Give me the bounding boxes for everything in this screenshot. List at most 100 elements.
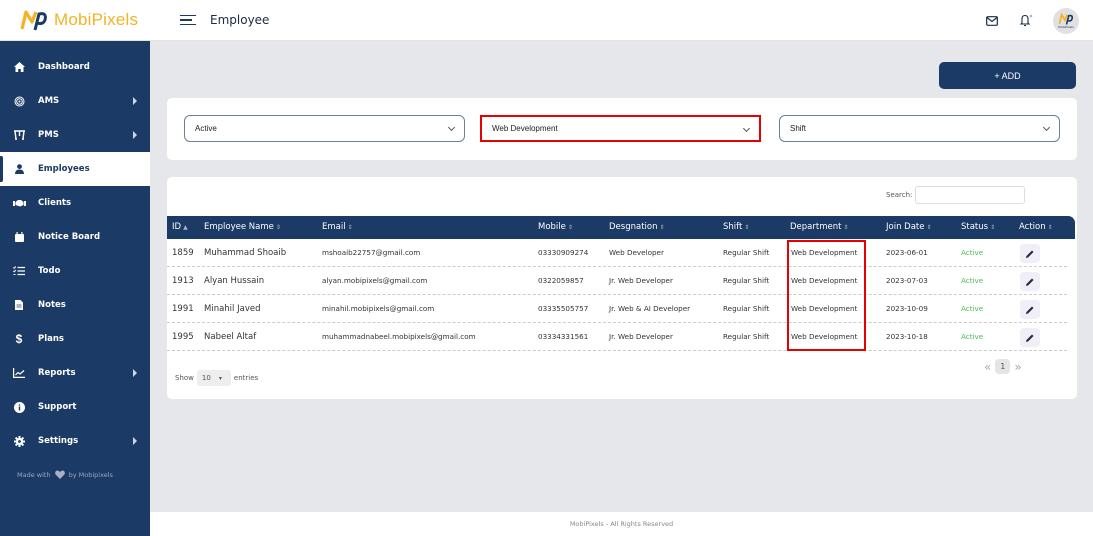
employee-table-card: Search: ID ▲ Employee Name ⇕ Email ⇕ Mobile… — [167, 177, 1077, 399]
cell-designation: Jr. Web Developer — [609, 276, 673, 285]
search-input[interactable] — [915, 186, 1026, 204]
cell-id: 1991 — [172, 304, 194, 314]
column-header-action[interactable]: Action ⇕ — [1019, 216, 1053, 239]
table-search: Search: — [886, 186, 1026, 204]
copyright-text: MobiPixels - All Rights Reserved — [569, 520, 674, 528]
edit-button[interactable] — [1020, 272, 1040, 291]
info-icon — [12, 400, 26, 414]
sidebar-item-pms[interactable]: PMS — [0, 118, 150, 152]
column-header-status[interactable]: Status ⇕ — [961, 216, 995, 239]
chevron-down-icon — [447, 123, 456, 132]
sort-icon: ⇕ — [1047, 224, 1053, 231]
sidebar-item-label: Settings — [38, 436, 79, 446]
mail-icon[interactable] — [985, 14, 999, 28]
next-page-button[interactable]: » — [1014, 360, 1021, 374]
status-filter-select[interactable]: Active — [184, 115, 465, 142]
fingerprint-icon — [12, 94, 26, 108]
table-row: 1913 Alyan Hussain alyan.mobipixels@gmai… — [167, 267, 1067, 295]
cell-name: Minahil Javed — [204, 304, 261, 314]
menu-toggle-icon[interactable] — [180, 14, 196, 26]
department-filter-select[interactable]: Web Development — [480, 115, 761, 142]
sort-icon: ⇕ — [275, 224, 281, 231]
sidebar-item-employees[interactable]: Employees — [0, 152, 150, 186]
column-header-shift[interactable]: Shift ⇕ — [723, 216, 749, 239]
page-1-button[interactable]: 1 — [995, 359, 1011, 374]
made-with-note: Made with by Mobipixels — [0, 470, 150, 479]
filter-card: Active Web Development Shift — [167, 98, 1077, 160]
cell-email: alyan.mobipixels@gmail.com — [322, 276, 428, 285]
column-label: Action — [1019, 222, 1046, 232]
show-label: Show — [175, 374, 194, 382]
cell-join-date: 2023-06-01 — [886, 248, 928, 257]
shift-filter-select[interactable]: Shift — [779, 115, 1060, 142]
avatar[interactable]: MobiPixels — [1053, 7, 1079, 34]
cell-mobile: 0322059857 — [538, 276, 584, 285]
avatar-logo-icon — [1058, 12, 1074, 25]
cell-designation: Web Developer — [609, 248, 664, 257]
column-header-mobile[interactable]: Mobile ⇕ — [538, 216, 573, 239]
add-employee-button[interactable]: + ADD — [939, 62, 1076, 89]
cell-designation: Jr. Web Developer — [609, 332, 673, 341]
cell-shift: Regular Shift — [723, 332, 770, 341]
cell-join-date: 2023-10-09 — [886, 304, 928, 313]
sidebar-item-clients[interactable]: Clients — [0, 186, 150, 220]
caret-right-icon — [133, 131, 137, 139]
status-filter-value: Active — [195, 124, 217, 133]
brand[interactable]: MobiPixels — [0, 9, 150, 31]
cell-department: Web Development — [791, 304, 858, 313]
sidebar-item-notes[interactable]: Notes — [0, 288, 150, 322]
sidebar-item-reports[interactable]: Reports — [0, 356, 150, 390]
column-header-id[interactable]: ID ▲ — [172, 216, 188, 239]
sidebar-item-notice-board[interactable]: Notice Board — [0, 220, 150, 254]
sidebar-item-support[interactable]: Support — [0, 390, 150, 424]
chevron-down-icon — [742, 124, 751, 133]
sort-icon: ⇕ — [744, 224, 750, 231]
sidebar-item-label: Dashboard — [38, 62, 90, 72]
sidebar-item-label: Clients — [38, 198, 72, 208]
cell-designation: Jr. Web & AI Developer — [609, 304, 691, 313]
sidebar-item-label: Reports — [38, 368, 76, 378]
cell-email: mshoaib22757@gmail.com — [322, 248, 421, 257]
caret-right-icon — [133, 437, 137, 445]
column-header-designation[interactable]: Desgnation ⇕ — [609, 216, 665, 239]
gear-icon — [12, 434, 26, 448]
page-length-select[interactable]: 10 ▾ — [196, 370, 231, 386]
sort-icon: ⇕ — [347, 224, 353, 231]
entries-label: entries — [233, 374, 259, 382]
chart-icon — [12, 366, 26, 380]
column-header-department[interactable]: Department ⇕ — [790, 216, 848, 239]
cell-name: Nabeel Altaf — [204, 332, 257, 342]
sidebar-item-todo[interactable]: Todo — [0, 254, 150, 288]
cell-shift: Regular Shift — [723, 248, 770, 257]
previous-page-button[interactable]: « — [984, 360, 991, 374]
sidebar-item-ams[interactable]: AMS — [0, 84, 150, 118]
cell-department: Web Development — [791, 332, 858, 341]
handshake-icon — [12, 196, 26, 210]
caret-right-icon — [133, 369, 137, 377]
sidebar: Dashboard AMS PMS Employees Clients Noti… — [0, 41, 150, 536]
home-icon — [12, 60, 26, 74]
edit-button[interactable] — [1020, 328, 1040, 347]
caret-right-icon — [133, 97, 137, 105]
edit-button[interactable] — [1020, 300, 1040, 319]
chevron-down-icon — [1042, 123, 1051, 132]
sort-icon: ⇕ — [990, 224, 996, 231]
sidebar-item-settings[interactable]: Settings — [0, 424, 150, 458]
pencil-icon — [1026, 306, 1034, 314]
cell-status: Active — [961, 304, 984, 313]
cell-email: muhammadnabeel.mobipixels@gmail.com — [322, 332, 476, 341]
pencil-icon — [1026, 334, 1034, 342]
column-header-join-date[interactable]: Join Date ⇕ — [886, 216, 932, 239]
sidebar-item-label: Support — [38, 402, 77, 412]
sidebar-item-label: AMS — [38, 96, 60, 106]
bell-icon[interactable] — [1019, 14, 1033, 28]
column-header-name[interactable]: Employee Name ⇕ — [204, 216, 281, 239]
calendar-icon — [12, 230, 26, 244]
edit-button[interactable] — [1020, 244, 1040, 263]
sidebar-item-dashboard[interactable]: Dashboard — [0, 50, 150, 84]
column-header-email[interactable]: Email ⇕ — [322, 216, 353, 239]
made-with-suffix: by Mobipixels — [68, 470, 113, 479]
cell-id: 1995 — [172, 332, 194, 342]
table-row: 1995 Nabeel Altaf muhammadnabeel.mobipix… — [167, 323, 1067, 351]
sidebar-item-plans[interactable]: $ Plans — [0, 322, 150, 356]
